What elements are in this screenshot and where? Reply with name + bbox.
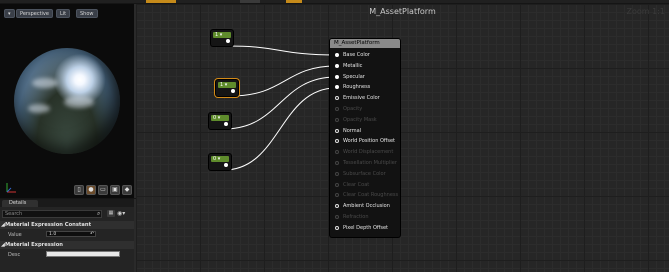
constant-node[interactable]: 0 ▾ xyxy=(209,154,231,170)
input-label: Roughness xyxy=(343,84,371,91)
input-pin-icon[interactable] xyxy=(335,225,339,230)
wire-base-color xyxy=(228,45,337,56)
input-pin-icon[interactable] xyxy=(335,171,339,176)
constant-value: 1 xyxy=(220,82,224,88)
input-pin-icon[interactable] xyxy=(335,96,339,101)
input-label: Normal xyxy=(343,127,362,134)
input-pin-icon[interactable] xyxy=(335,117,339,122)
constant-node-header: 1 ▾ xyxy=(218,82,236,88)
input-pin-icon[interactable] xyxy=(335,193,339,198)
input-pin-icon[interactable] xyxy=(335,85,339,90)
input-label: Subsurface Color xyxy=(343,170,386,177)
constant-node-header: 0 ▾ xyxy=(211,115,229,121)
constant-node[interactable]: 1 ▾ xyxy=(216,80,238,96)
input-pin-icon[interactable] xyxy=(335,204,339,209)
wire-specular xyxy=(223,76,337,130)
input-pin-icon[interactable] xyxy=(335,161,339,165)
input-label: Metallic xyxy=(343,62,363,69)
wire-roughness xyxy=(223,87,337,171)
input-label: World Position Offset xyxy=(343,138,395,145)
wire-metallic xyxy=(230,65,337,97)
output-pin[interactable] xyxy=(224,122,228,126)
input-pin-icon[interactable] xyxy=(335,53,339,57)
constant-value: 0 xyxy=(213,156,217,162)
output-pin[interactable] xyxy=(224,163,228,167)
material-node-title: M_AssetPlatform xyxy=(330,39,400,48)
input-label: Refraction xyxy=(343,214,369,220)
input-pin-icon[interactable] xyxy=(335,74,339,79)
input-pin-icon[interactable] xyxy=(335,63,339,68)
input-label: Clear Coat xyxy=(343,181,370,188)
input-label: Clear Coat Roughness xyxy=(343,192,399,199)
input-label: Specular xyxy=(343,73,365,80)
input-label: World Displacement xyxy=(343,149,394,156)
constant-value: 0 xyxy=(213,115,217,121)
input-label: Opacity xyxy=(343,106,363,112)
input-pin-icon[interactable] xyxy=(335,128,339,133)
input-label: Pixel Depth Offset xyxy=(343,224,388,231)
input-label: Base Color xyxy=(343,52,370,58)
material-output-node[interactable]: M_AssetPlatform Base Color Metallic Specul… xyxy=(330,39,400,237)
input-pin-icon[interactable] xyxy=(335,182,339,187)
output-pin[interactable] xyxy=(231,89,235,93)
input-label: Emissive Color xyxy=(343,95,380,102)
output-pin[interactable] xyxy=(226,39,230,43)
input-pin-icon[interactable] xyxy=(335,215,339,219)
input-pin-icon[interactable] xyxy=(335,107,339,111)
constant-value: 1 xyxy=(215,32,219,38)
constant-node[interactable]: 0 ▾ xyxy=(209,113,231,129)
constant-node-header: 0 ▾ xyxy=(211,156,229,162)
input-pin-icon[interactable] xyxy=(335,150,339,155)
constant-node[interactable]: 1 ▾ xyxy=(211,30,233,46)
constant-node-header: 1 ▾ xyxy=(213,32,231,38)
input-label: Ambient Occlusion xyxy=(343,203,390,210)
input-pin-icon[interactable] xyxy=(335,139,339,144)
input-label: Opacity Mask xyxy=(343,116,377,123)
input-label: Tessellation Multiplier xyxy=(343,160,397,166)
